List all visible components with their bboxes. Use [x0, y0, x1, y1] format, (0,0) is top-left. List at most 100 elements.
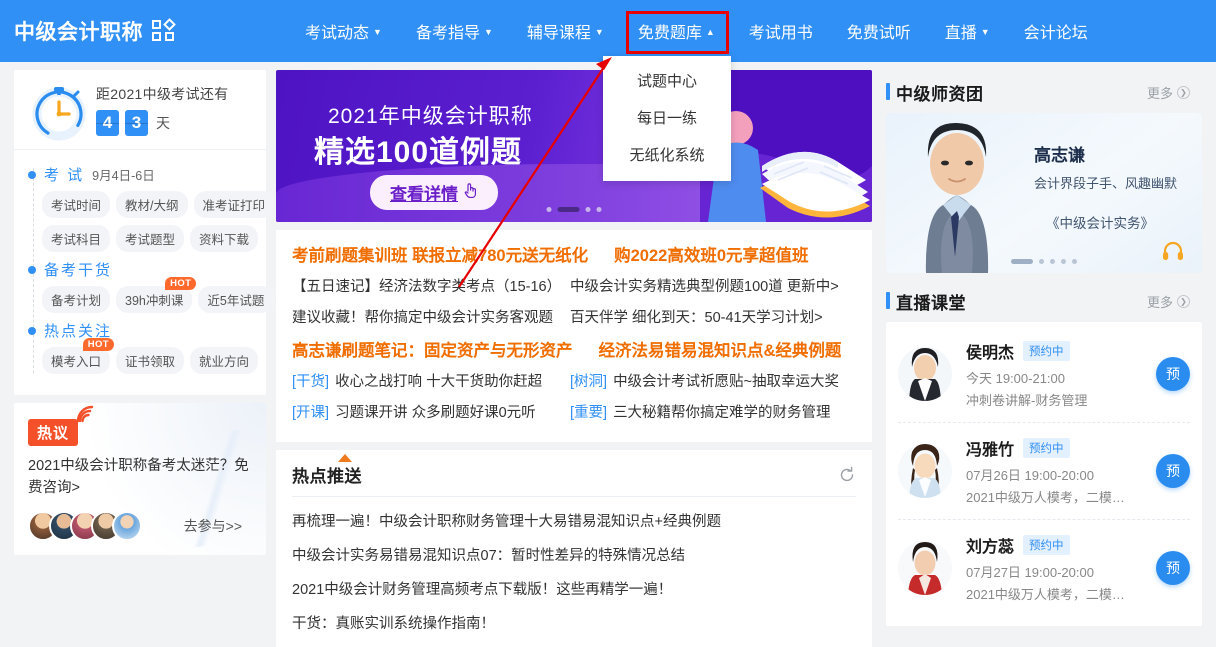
news-link[interactable]: [干货] 收心之战打响 十大干货助你赶超	[292, 370, 570, 391]
dropdown-item-paperless-system[interactable]: 无纸化系统	[603, 137, 731, 174]
live-time: 07月26日 19:00-20:00	[966, 468, 1094, 483]
push-item[interactable]: 再梳理一遍！中级会计职称财务管理十大易错易混知识点+经典例题	[292, 510, 856, 531]
exam-countdown: 距2021中级考试还有 4 3 天	[14, 70, 266, 150]
nav-item-live[interactable]: 直播 ▼	[928, 0, 1007, 62]
news-highlight-link[interactable]: 高志谦刷题笔记：固定资产与无形资产	[292, 337, 573, 361]
carousel-dot-active[interactable]	[557, 207, 580, 212]
teacher-carousel-card[interactable]: 高志谦 会计界段子手、风趣幽默 《中级会计实务》	[886, 113, 1202, 273]
teacher-name: 高志谦	[1034, 146, 1085, 165]
carousel-dot[interactable]	[585, 207, 591, 212]
hot-discussion-card[interactable]: 热议 2021中级会计职称备考太迷茫？免费咨询> 去参与>>	[14, 403, 266, 555]
chevron-right-icon: ❯	[1177, 86, 1190, 99]
nav-item-free-question-bank[interactable]: 免费题库 ▲	[621, 0, 732, 62]
banner-carousel-dots[interactable]	[546, 207, 602, 212]
tag-exam-subjects[interactable]: 考试科目	[42, 225, 111, 252]
tag-material-download[interactable]: 资料下载	[190, 225, 259, 252]
news-link[interactable]: [开课] 习题课开讲 众多刷题好课0元听	[292, 401, 570, 422]
news-link[interactable]: [树洞] 中级会计考试祈愿贴~抽取幸运大奖	[570, 370, 856, 391]
news-highlight-link[interactable]: 考前刷题集训班 联报立减780元送无纸化	[292, 242, 588, 266]
stopwatch-icon	[28, 79, 90, 141]
tag-row: 考试科目 考试题型 资料下载	[14, 225, 266, 252]
tag-study-plan[interactable]: 备考计划	[42, 286, 111, 313]
nav-item-free-trial[interactable]: 免费试听	[830, 0, 928, 62]
chevron-down-icon: ▼	[373, 26, 382, 37]
participant-avatars	[28, 510, 142, 541]
banner-cta-button[interactable]: 查看详情	[370, 175, 498, 210]
left-sidebar: 距2021中级考试还有 4 3 天 考 试 9月4日-6日 考试时间 教材/大纲…	[14, 70, 275, 555]
right-sidebar: 中级师资团 更多 ❯ 高志谦 会计界段子手、风趣幽默 《中级会计实务》 直播课堂…	[886, 70, 1202, 626]
push-item[interactable]: 干货：真账实训系统操作指南！	[292, 612, 856, 633]
carousel-dot[interactable]	[546, 207, 552, 212]
tag-39h-sprint-course[interactable]: HOT 39h冲刺课	[116, 277, 197, 313]
status-badge: 预约中	[1023, 341, 1070, 361]
live-item-title-row: 侯明杰 预约中	[966, 339, 1156, 363]
teachers-more-link[interactable]: 更多 ❯	[1147, 83, 1190, 102]
tag-question-types[interactable]: 考试题型	[116, 225, 185, 252]
nav-item-exam-news[interactable]: 考试动态 ▼	[288, 0, 399, 62]
live-list-item[interactable]: 刘方蕊 预约中 07月27日 19:00-20:00 2021中级万人模考，二模…	[898, 520, 1190, 616]
news-link-text: 中级会计考试祈愿贴~抽取幸运大奖	[613, 374, 840, 390]
tag-admission-ticket[interactable]: 准考证打印	[193, 191, 275, 218]
join-discussion-link[interactable]: 去参与>>	[184, 516, 242, 536]
hot-discussion-badge-wrap: 热议	[28, 405, 94, 446]
news-highlight-link[interactable]: 购2022高效班0元享超值班	[614, 242, 808, 266]
refresh-icon[interactable]	[838, 466, 856, 484]
teacher-carousel-dots[interactable]	[1011, 259, 1077, 264]
news-link[interactable]: [重要] 三大秘籍帮你搞定难学的财务管理	[570, 401, 856, 422]
nav-item-courses[interactable]: 辅导课程 ▼	[510, 0, 621, 62]
nav-label: 免费试听	[846, 25, 911, 42]
dropdown-item-question-center[interactable]: 试题中心	[603, 63, 731, 100]
hot-push-box: 热点推送 再梳理一遍！中级会计职称财务管理十大易错易混知识点+经典例题 中级会计…	[276, 450, 872, 647]
push-item[interactable]: 2021中级会计财务管理高频考点下载版！这些再精学一遍！	[292, 578, 856, 599]
reserve-button[interactable]: 预	[1156, 357, 1190, 391]
live-more-link[interactable]: 更多 ❯	[1147, 292, 1190, 311]
headset-icon[interactable]	[1162, 241, 1184, 261]
dropdown-item-daily-practice[interactable]: 每日一练	[603, 100, 731, 137]
tag-textbook-syllabus[interactable]: 教材/大纲	[116, 191, 188, 218]
avatar	[112, 510, 142, 541]
tag-career-direction[interactable]: 就业方向	[190, 347, 259, 374]
carousel-dot[interactable]	[1072, 259, 1077, 264]
nav-item-prep-guide[interactable]: 备考指导 ▼	[399, 0, 510, 62]
news-link[interactable]: 【五日速记】经济法数字类考点（15-16）	[292, 275, 570, 296]
news-row: 【五日速记】经济法数字类考点（15-16） 中级会计实务精选典型例题100道 更…	[292, 275, 856, 296]
hot-discussion-badge: 热议	[28, 419, 79, 446]
tag-row: 备考计划 HOT 39h冲刺课 近5年试题	[14, 277, 274, 313]
teacher-info: 高志谦 会计界段子手、风趣幽默 《中级会计实务》	[1034, 141, 1177, 232]
carousel-dot[interactable]	[1039, 259, 1044, 264]
nav-item-exam-books[interactable]: 考试用书	[732, 0, 830, 62]
promo-banner-carousel[interactable]: 经典	[276, 70, 872, 222]
carousel-dot[interactable]	[1050, 259, 1055, 264]
push-item[interactable]: 中级会计实务易错易混知识点07：暂时性差异的特殊情况总结	[292, 544, 856, 565]
teacher-photo	[896, 121, 1018, 273]
news-link[interactable]: 中级会计实务精选典型例题100道 更新中>	[570, 275, 856, 296]
tag-mock-exam-entry[interactable]: HOT 模考入口	[42, 338, 115, 374]
carousel-dot[interactable]	[596, 207, 602, 212]
section-heading-exam: 考 试 9月4日-6日	[14, 164, 266, 185]
reserve-button[interactable]: 预	[1156, 551, 1190, 585]
teacher-description: 会计界段子手、风趣幽默	[1034, 176, 1178, 191]
free-question-bank-dropdown: 试题中心 每日一练 无纸化系统	[603, 56, 731, 181]
banner-cta-label: 查看详情	[390, 185, 458, 204]
section-heading-hot: 热点关注	[14, 320, 266, 341]
news-link[interactable]: 建议收藏！帮你搞定中级会计实务客观题	[292, 306, 570, 327]
status-badge: 预约中	[1023, 438, 1070, 458]
live-list-item[interactable]: 冯雅竹 预约中 07月26日 19:00-20:00 2021中级万人模考，二模…	[898, 423, 1190, 520]
carousel-dot[interactable]	[1061, 259, 1066, 264]
click-hand-icon	[463, 182, 478, 203]
site-logo[interactable]: 中级会计职称	[14, 16, 177, 46]
tag-exam-time[interactable]: 考试时间	[42, 191, 111, 218]
news-link[interactable]: 百天伴学 细化到天：50-41天学习计划>	[570, 306, 856, 327]
tag-past-5-years-papers[interactable]: 近5年试题	[198, 286, 274, 313]
news-highlight-link[interactable]: 经济法易错易混知识点&经典例题	[599, 337, 842, 361]
live-class-list: 侯明杰 预约中 今天 19:00-21:00 冲刺卷讲解-财务管理 预 冯雅竹 …	[886, 322, 1202, 626]
reserve-button[interactable]: 预	[1156, 454, 1190, 488]
logo-text: 中级会计职称	[14, 21, 143, 44]
tag-certificate-claim[interactable]: 证书领取	[116, 347, 185, 374]
hot-push-header: 热点推送	[292, 454, 856, 497]
nav-item-forum[interactable]: 会计论坛	[1007, 0, 1105, 62]
nav-label: 考试用书	[748, 25, 813, 42]
live-list-item[interactable]: 侯明杰 预约中 今天 19:00-21:00 冲刺卷讲解-财务管理 预	[898, 326, 1190, 423]
carousel-dot-active[interactable]	[1011, 259, 1033, 264]
live-time: 今天 19:00-21:00	[966, 371, 1066, 386]
